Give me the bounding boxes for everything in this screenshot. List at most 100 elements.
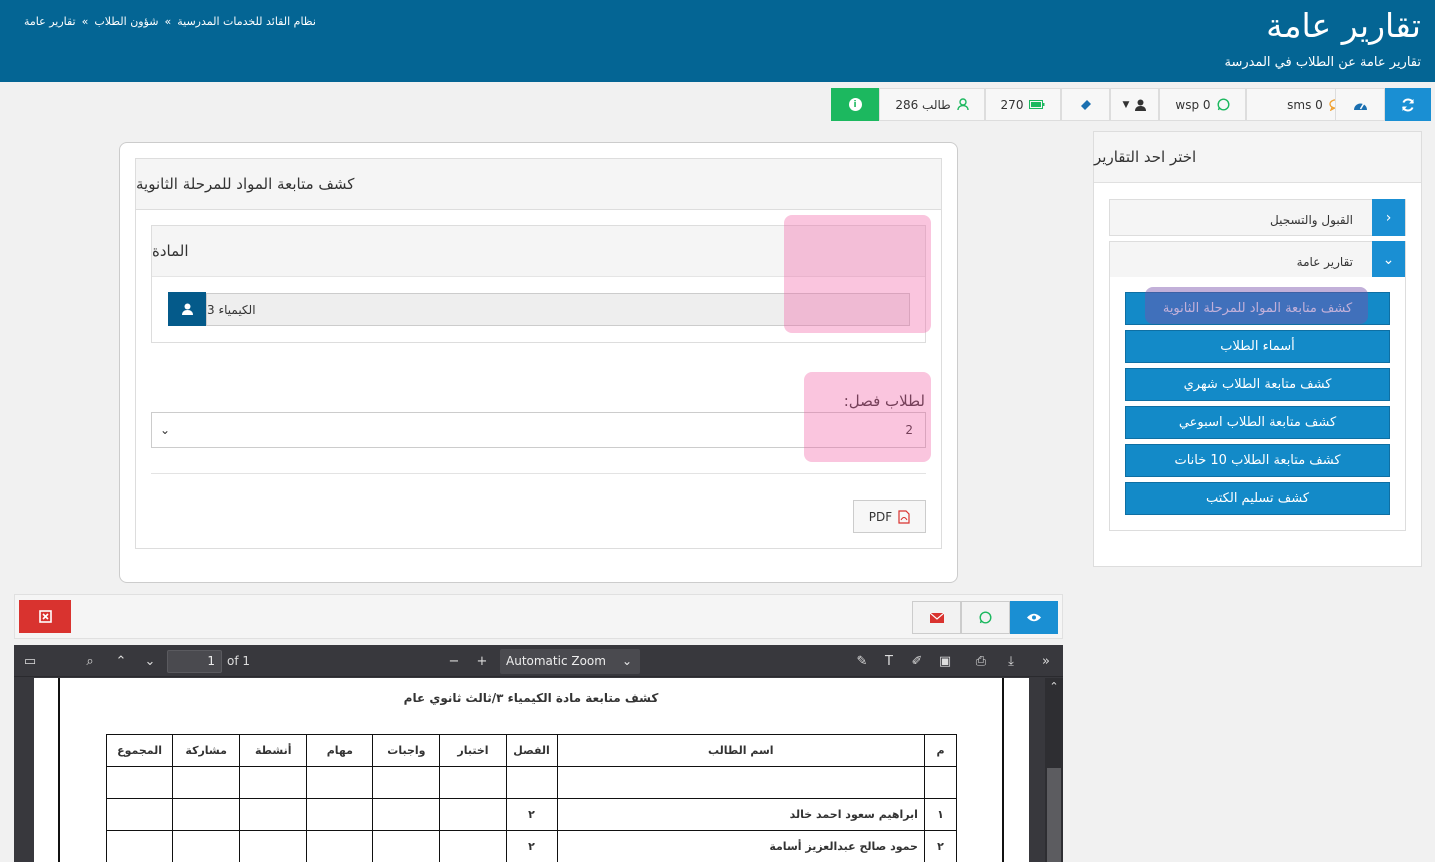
wsp-label: wsp 0 — [1175, 97, 1211, 112]
share-group — [912, 601, 1058, 634]
breadcrumb: نظام القائد للخدمات المدرسية » شؤون الطل… — [24, 15, 316, 28]
col-header: اختبار — [439, 734, 507, 767]
whatsapp-icon — [979, 611, 992, 624]
class-highlight — [804, 372, 931, 462]
envelope-icon — [929, 612, 944, 623]
divider — [151, 473, 926, 474]
report-btn-10-cols[interactable]: كشف متابعة الطلاب 10 خانات — [1125, 444, 1390, 477]
student-name: حمود صالح عبدالعزيز أسامة — [556, 830, 925, 862]
pdf-label: PDF — [868, 509, 893, 524]
info-button[interactable]: i — [831, 88, 879, 121]
pdf-page: كشف متابعة مادة الكيمياء ٣/ثالث ثانوي عا… — [34, 678, 1029, 862]
row-index: ٢ — [923, 830, 958, 862]
preview-button[interactable] — [1010, 601, 1058, 634]
battery-icon — [1029, 100, 1045, 109]
scroll-up-icon[interactable]: ⌃ — [1045, 680, 1063, 693]
chevron-right-icon[interactable]: › — [1372, 199, 1405, 236]
scroll-thumb[interactable] — [1047, 768, 1061, 862]
breadcrumb-separator: » — [164, 15, 172, 28]
subject-select-button[interactable] — [168, 292, 206, 326]
accordion-admission-label: القبول والتسجيل — [1270, 213, 1353, 227]
next-page-icon[interactable]: ⌄ — [142, 653, 158, 669]
whatsapp-share-button[interactable] — [961, 601, 1010, 634]
person-icon — [1135, 99, 1147, 111]
zoom-value: Automatic Zoom — [506, 654, 606, 668]
close-viewer-button[interactable] — [19, 600, 71, 633]
whatsapp-counter[interactable]: wsp 0 — [1159, 88, 1246, 121]
user-menu-dropdown[interactable]: ▼ — [1110, 88, 1159, 121]
students-count[interactable]: 286 طالب — [879, 88, 985, 121]
breadcrumb-item-students[interactable]: شؤون الطلاب — [94, 15, 158, 28]
action-bar — [14, 594, 1063, 639]
highlight-icon[interactable]: ✎ — [854, 653, 870, 669]
reports-panel-title: اختر احد التقارير — [1094, 132, 1421, 183]
user-icon — [181, 303, 193, 315]
image-icon[interactable]: ▣ — [937, 653, 953, 669]
caret-down-icon: ▼ — [1122, 99, 1130, 110]
document: كشف متابعة مادة الكيمياء ٣/ثالث ثانوي عا… — [58, 678, 1004, 862]
sms-label: sms 0 — [1287, 97, 1323, 112]
table-header-row: م اسم الطالب الفصل اختبار واجبات مهام أن… — [105, 734, 958, 767]
accordion-admission[interactable]: › القبول والتسجيل — [1109, 199, 1406, 236]
report-btn-weekly[interactable]: كشف متابعة الطلاب اسبوعي — [1125, 406, 1390, 439]
col-header: مهام — [306, 734, 374, 767]
col-header: المجموع — [105, 734, 174, 767]
refresh-icon — [1402, 98, 1414, 111]
page-number-input[interactable]: 1 — [167, 650, 222, 673]
table-row: ٢ حمود صالح عبدالعزيز أسامة ٢ — [105, 830, 958, 862]
close-square-icon — [38, 610, 52, 623]
dashboard-button[interactable] — [1335, 88, 1385, 121]
form-title: كشف متابعة المواد للمرحلة الثانوية — [136, 159, 941, 210]
user-icon — [956, 98, 969, 111]
search-icon[interactable]: ⌕ — [82, 653, 98, 669]
table-row: ١ ابراهيم سعود احمد خالد ٢ — [105, 798, 958, 831]
sidebar-toggle-icon[interactable]: ▭ — [22, 653, 38, 669]
info-icon: i — [848, 98, 862, 111]
pdf-file-icon — [898, 509, 910, 524]
accordion-general-label: تقارير عامة — [1296, 255, 1353, 269]
col-header: م — [923, 734, 958, 767]
battery-label: 270 — [1000, 97, 1024, 112]
chevron-down-icon: ⌄ — [621, 654, 632, 668]
refresh-button[interactable] — [1385, 88, 1431, 121]
report-btn-books[interactable]: كشف تسليم الكتب — [1125, 482, 1390, 515]
reports-panel: اختر احد التقارير › القبول والتسجيل ⌄ تق… — [1093, 131, 1422, 567]
report-btn-student-names[interactable]: أسماء الطلاب — [1125, 330, 1390, 363]
student-class: ٢ — [505, 830, 558, 862]
pdf-button[interactable]: PDF — [853, 500, 926, 533]
col-header: واجبات — [372, 734, 441, 767]
student-class: ٢ — [505, 798, 558, 831]
subject-highlight — [784, 215, 931, 333]
zoom-in-icon[interactable]: + — [474, 653, 490, 669]
col-header: مشاركة — [172, 734, 241, 767]
col-header: اسم الطالب — [556, 734, 925, 767]
active-item-highlight — [1145, 287, 1368, 324]
print-icon[interactable]: ⎙ — [973, 653, 989, 669]
page-count: of 1 — [227, 654, 251, 668]
eye-icon — [1027, 613, 1041, 622]
email-button[interactable] — [912, 601, 961, 634]
text-tool-icon[interactable]: T — [881, 653, 897, 669]
battery-status[interactable]: 270 — [985, 88, 1061, 121]
ticket-button[interactable] — [1061, 88, 1110, 121]
accordion-general-reports[interactable]: ⌄ تقارير عامة — [1109, 241, 1406, 278]
pdf-toolbar: ▭ ⌕ ⌃ ⌄ 1 of 1 − + Automatic Zoom ⌄ ✎ T … — [14, 645, 1063, 677]
previous-page-icon[interactable]: ⌃ — [113, 653, 129, 669]
zoom-select[interactable]: Automatic Zoom ⌄ — [500, 649, 640, 674]
page-title: تقارير عامة — [1266, 6, 1421, 45]
zoom-out-icon[interactable]: − — [446, 653, 462, 669]
report-btn-monthly[interactable]: كشف متابعة الطلاب شهري — [1125, 368, 1390, 401]
tools-menu-icon[interactable]: » — [1038, 653, 1054, 669]
draw-icon[interactable]: ✐ — [909, 653, 925, 669]
breadcrumb-item-system[interactable]: نظام القائد للخدمات المدرسية — [177, 15, 316, 28]
chevron-down-icon[interactable]: ⌄ — [1372, 241, 1405, 278]
download-icon[interactable]: ⤓ — [1003, 653, 1019, 669]
page-header: تقارير عامة تقارير عامة عن الطلاب في الم… — [0, 0, 1435, 82]
chevron-down-icon: ⌄ — [160, 423, 171, 437]
form-container: كشف متابعة المواد للمرحلة الثانوية الماد… — [119, 142, 958, 583]
breadcrumb-item-reports[interactable]: تقارير عامة — [24, 15, 76, 28]
pdf-scrollbar[interactable]: ⌃ — [1045, 678, 1063, 862]
row-index: ١ — [923, 798, 958, 831]
col-header: الفصل — [505, 734, 558, 767]
document-title: كشف متابعة مادة الكيمياء ٣/ثالث ثانوي عا… — [403, 691, 659, 705]
